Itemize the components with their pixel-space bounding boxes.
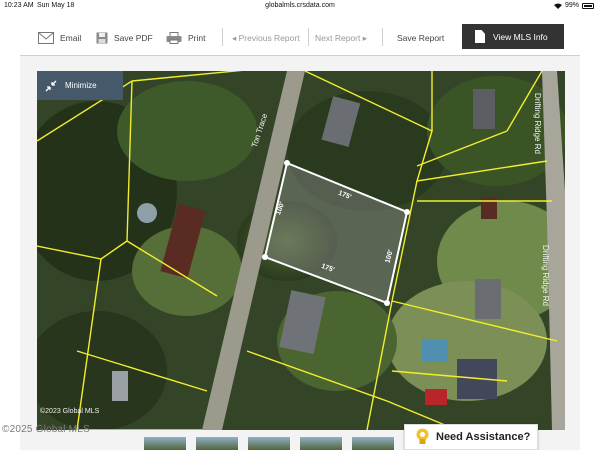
need-assistance-button[interactable]: Need Assistance? bbox=[404, 424, 538, 450]
printer-icon bbox=[166, 32, 182, 44]
photo-thumbnail[interactable] bbox=[300, 437, 342, 450]
view-mls-info-label: View MLS Info bbox=[493, 31, 548, 42]
save-report-label: Save Report bbox=[397, 33, 445, 43]
save-report-button[interactable]: Save Report bbox=[397, 27, 444, 49]
previous-report-label: ◂ Previous Report bbox=[232, 32, 300, 43]
page-copyright: ©2025 Global MLS bbox=[2, 424, 90, 435]
email-button[interactable]: Email bbox=[38, 27, 81, 49]
email-label: Email bbox=[60, 33, 82, 43]
next-report-label: Next Report ▸ bbox=[315, 32, 367, 43]
view-mls-info-button[interactable]: View MLS Info bbox=[462, 24, 564, 49]
photo-thumbnail-strip bbox=[144, 437, 394, 450]
wifi-icon bbox=[553, 3, 562, 9]
lightbulb-icon bbox=[416, 428, 429, 444]
next-report-button[interactable]: Next Report ▸ bbox=[315, 27, 367, 49]
envelope-icon bbox=[38, 32, 54, 44]
address-bar-url[interactable]: globalmls.crsdata.com bbox=[0, 2, 600, 9]
print-button[interactable]: Print bbox=[166, 27, 205, 49]
need-assistance-label: Need Assistance? bbox=[436, 431, 531, 443]
photo-thumbnail[interactable] bbox=[144, 437, 186, 450]
toolbar-divider bbox=[308, 28, 309, 46]
report-toolbar: Email Save PDF Print ◂ Previous Report N… bbox=[20, 18, 580, 56]
photo-thumbnail[interactable] bbox=[352, 437, 394, 450]
document-icon bbox=[475, 30, 485, 43]
street-label-drifting-ridge-top: Drifting Ridge Rd bbox=[532, 93, 542, 154]
photo-thumbnail[interactable] bbox=[248, 437, 290, 450]
map-copyright: ©2023 Global MLS bbox=[40, 408, 100, 415]
battery-percent: 99% bbox=[564, 2, 579, 9]
aerial-imagery bbox=[37, 71, 565, 430]
previous-report-button[interactable]: ◂ Previous Report bbox=[232, 27, 300, 49]
battery-icon bbox=[582, 2, 594, 9]
battery-indicator: 99% bbox=[553, 2, 594, 9]
floppy-disk-icon bbox=[96, 32, 108, 44]
save-pdf-button[interactable]: Save PDF bbox=[96, 27, 153, 49]
street-label-drifting-ridge-bottom: Drifting Ridge Rd bbox=[540, 245, 550, 306]
minimize-button[interactable]: Minimize bbox=[37, 71, 123, 100]
save-pdf-label: Save PDF bbox=[114, 33, 153, 43]
aerial-map[interactable]: Ton Trace Drifting Ridge Rd Drifting Rid… bbox=[37, 71, 565, 430]
toolbar-divider bbox=[382, 28, 383, 46]
photo-thumbnail[interactable] bbox=[196, 437, 238, 450]
minimize-label: Minimize bbox=[65, 81, 97, 90]
print-label: Print bbox=[188, 33, 206, 43]
status-bar: 10:23 AM Sun May 18 globalmls.crsdata.co… bbox=[0, 0, 600, 12]
collapse-arrows-icon bbox=[45, 80, 57, 91]
toolbar-divider bbox=[222, 28, 223, 46]
